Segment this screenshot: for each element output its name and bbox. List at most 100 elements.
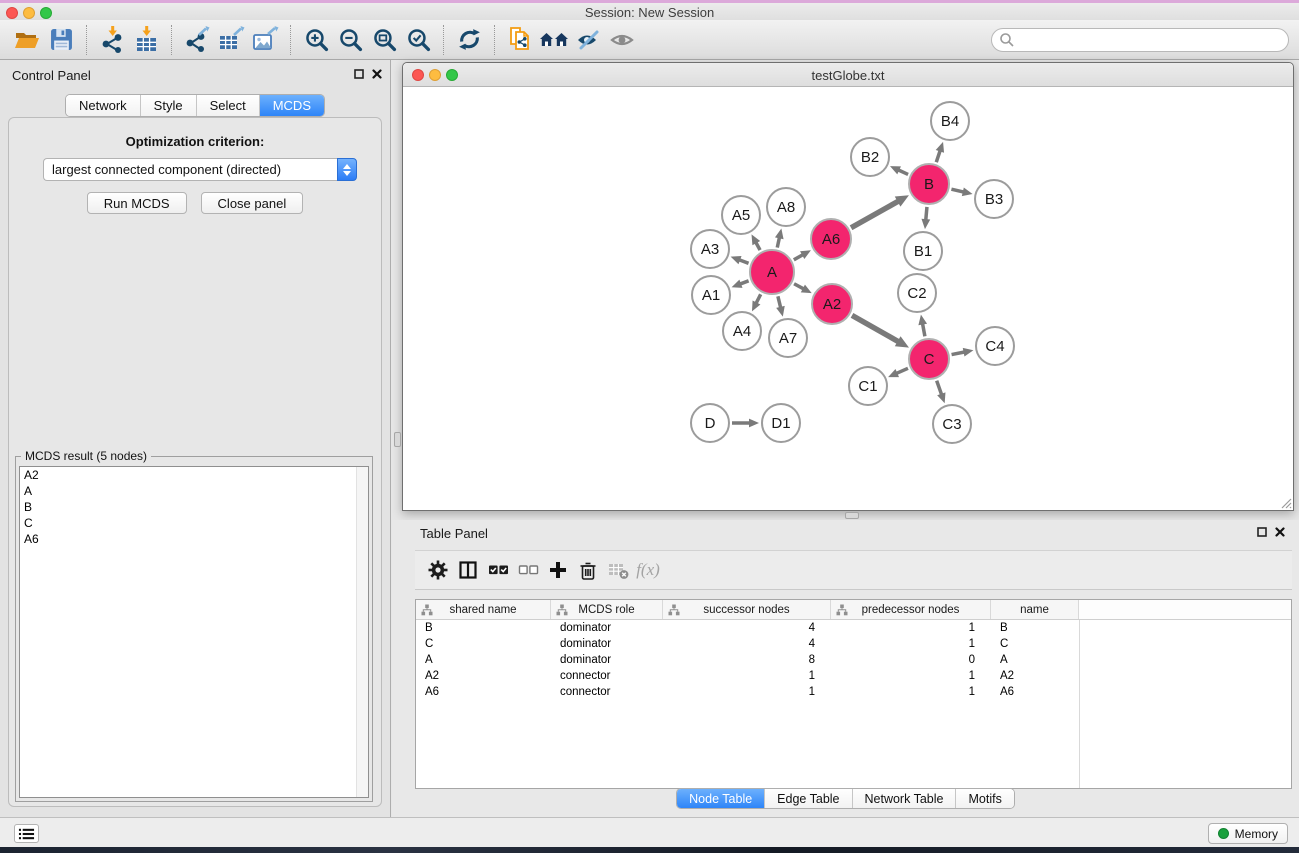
main-toolbar xyxy=(0,20,1299,60)
network-canvas[interactable]: AA1A2A3A4A5A6A7A8BB1B2B3B4CC1C2C3C4DD1 xyxy=(403,87,1293,510)
graph-edge-B-B2[interactable] xyxy=(898,170,908,175)
tab-node-table[interactable]: Node Table xyxy=(677,789,764,808)
column-header[interactable]: predecessor nodes xyxy=(831,600,991,619)
graph-edge-A-A5[interactable] xyxy=(756,242,760,250)
graph-edge-B-B3[interactable] xyxy=(951,189,963,192)
tab-motifs[interactable]: Motifs xyxy=(955,789,1013,808)
refresh-view-button[interactable] xyxy=(452,24,486,56)
tab-style[interactable]: Style xyxy=(140,95,196,116)
save-session-button[interactable] xyxy=(44,24,78,56)
mcds-result-item[interactable]: A xyxy=(20,483,368,499)
mcds-result-item[interactable]: A6 xyxy=(20,531,368,547)
graph-edge-A-A2[interactable] xyxy=(794,284,804,289)
insert-column-button[interactable] xyxy=(453,554,483,586)
table-cell: 1 xyxy=(831,670,991,682)
table-row[interactable]: Cdominator41C xyxy=(416,636,1079,652)
mcds-result-item[interactable]: A2 xyxy=(20,467,368,483)
tab-network[interactable]: Network xyxy=(66,95,140,116)
graph-edge-B-B1[interactable] xyxy=(926,207,927,220)
table-row[interactable]: A2connector11A2 xyxy=(416,668,1079,684)
vertical-splitter-handle[interactable] xyxy=(394,432,401,447)
horizontal-splitter-handle[interactable] xyxy=(845,512,859,519)
column-header[interactable]: name xyxy=(991,600,1079,619)
delete-row-button[interactable] xyxy=(573,554,603,586)
float-panel-icon[interactable] xyxy=(354,69,364,79)
table-row[interactable]: Adominator80A xyxy=(416,652,1079,668)
export-table-button[interactable] xyxy=(214,24,248,56)
graph-edge-A-A3[interactable] xyxy=(739,260,748,264)
graph-edge-A6-B[interactable] xyxy=(851,201,898,228)
mcds-result-item[interactable]: C xyxy=(20,515,368,531)
node-table: shared nameMCDS rolesuccessor nodesprede… xyxy=(415,599,1292,789)
close-panel-icon[interactable] xyxy=(1275,527,1285,537)
tree-icon xyxy=(556,604,568,616)
new-network-from-selection-button[interactable] xyxy=(503,24,537,56)
criterion-value: largest connected component (directed) xyxy=(43,158,337,181)
select-all-button[interactable] xyxy=(483,554,513,586)
column-header[interactable]: shared name xyxy=(416,600,551,619)
table-row[interactable]: Bdominator41B xyxy=(416,620,1079,636)
table-settings-button[interactable] xyxy=(423,554,453,586)
graph-edge-A-A6[interactable] xyxy=(794,255,803,260)
tab-select[interactable]: Select xyxy=(196,95,259,116)
resize-grip-icon[interactable] xyxy=(1278,495,1292,509)
export-image-button[interactable] xyxy=(248,24,282,56)
graph-edge-B-B4[interactable] xyxy=(936,150,940,162)
zoom-selected-button[interactable] xyxy=(401,24,435,56)
graph-node-label: A6 xyxy=(822,231,840,248)
first-neighbors-button[interactable] xyxy=(537,24,571,56)
close-panel-button[interactable]: Close panel xyxy=(201,192,304,214)
show-all-button[interactable] xyxy=(605,24,639,56)
column-header[interactable]: MCDS role xyxy=(551,600,663,619)
mcds-result-item[interactable]: B xyxy=(20,499,368,515)
add-row-button[interactable] xyxy=(543,554,573,586)
tab-network-table[interactable]: Network Table xyxy=(852,789,956,808)
import-table-icon xyxy=(133,26,160,53)
graph-node-label: D1 xyxy=(771,415,790,432)
hide-selected-button[interactable] xyxy=(571,24,605,56)
dropdown-stepper-icon xyxy=(337,158,357,181)
zoom-out-icon xyxy=(338,27,363,52)
mcds-list-scrollbar[interactable] xyxy=(356,467,368,797)
graph-edge-A-A1[interactable] xyxy=(740,281,749,284)
table-cell: A2 xyxy=(991,670,1079,682)
delete-table-button[interactable] xyxy=(603,554,633,586)
criterion-dropdown[interactable]: largest connected component (directed) xyxy=(43,158,357,181)
import-table-file-button[interactable] xyxy=(129,24,163,56)
export-network-button[interactable] xyxy=(180,24,214,56)
import-network-file-button[interactable] xyxy=(95,24,129,56)
function-builder-button[interactable]: f(x) xyxy=(633,554,663,586)
graph-edge-C-C1[interactable] xyxy=(896,368,908,373)
close-panel-icon[interactable] xyxy=(372,69,382,79)
graph-edge-A-A8[interactable] xyxy=(777,237,779,247)
mcds-tab-content: Optimization criterion: largest connecte… xyxy=(8,117,382,807)
unselect-all-button[interactable] xyxy=(513,554,543,586)
zoom-out-button[interactable] xyxy=(333,24,367,56)
open-session-button[interactable] xyxy=(10,24,44,56)
graph-edge-C-C4[interactable] xyxy=(952,352,965,355)
edge-arrowhead xyxy=(963,348,974,357)
zoom-fit-button[interactable] xyxy=(367,24,401,56)
graph-edge-A-A7[interactable] xyxy=(778,296,781,308)
table-panel-header: Table Panel xyxy=(392,520,1299,546)
zoom-in-button[interactable] xyxy=(299,24,333,56)
table-cell: B xyxy=(991,622,1079,634)
graph-node-label: B2 xyxy=(861,149,879,166)
mcds-result-group: MCDS result (5 nodes) A2ABCA6 xyxy=(15,456,373,802)
run-mcds-button[interactable]: Run MCDS xyxy=(87,192,187,214)
column-header[interactable]: successor nodes xyxy=(663,600,831,619)
memory-button[interactable]: Memory xyxy=(1208,823,1288,844)
show-eye-icon xyxy=(609,28,635,52)
graph-edge-A-A4[interactable] xyxy=(756,294,761,303)
memory-label: Memory xyxy=(1235,827,1278,841)
graph-edge-A2-C[interactable] xyxy=(852,315,899,341)
tab-edge-table[interactable]: Edge Table xyxy=(764,789,851,808)
table-panel: Table Panel xyxy=(392,520,1299,817)
panel-menu-button[interactable] xyxy=(14,824,39,843)
table-row[interactable]: A6connector11A6 xyxy=(416,684,1079,700)
search-input[interactable] xyxy=(991,28,1289,52)
graph-edge-C-C2[interactable] xyxy=(923,323,925,336)
float-panel-icon[interactable] xyxy=(1257,527,1267,537)
tab-mcds[interactable]: MCDS xyxy=(259,95,324,116)
graph-edge-C-C3[interactable] xyxy=(937,381,942,395)
